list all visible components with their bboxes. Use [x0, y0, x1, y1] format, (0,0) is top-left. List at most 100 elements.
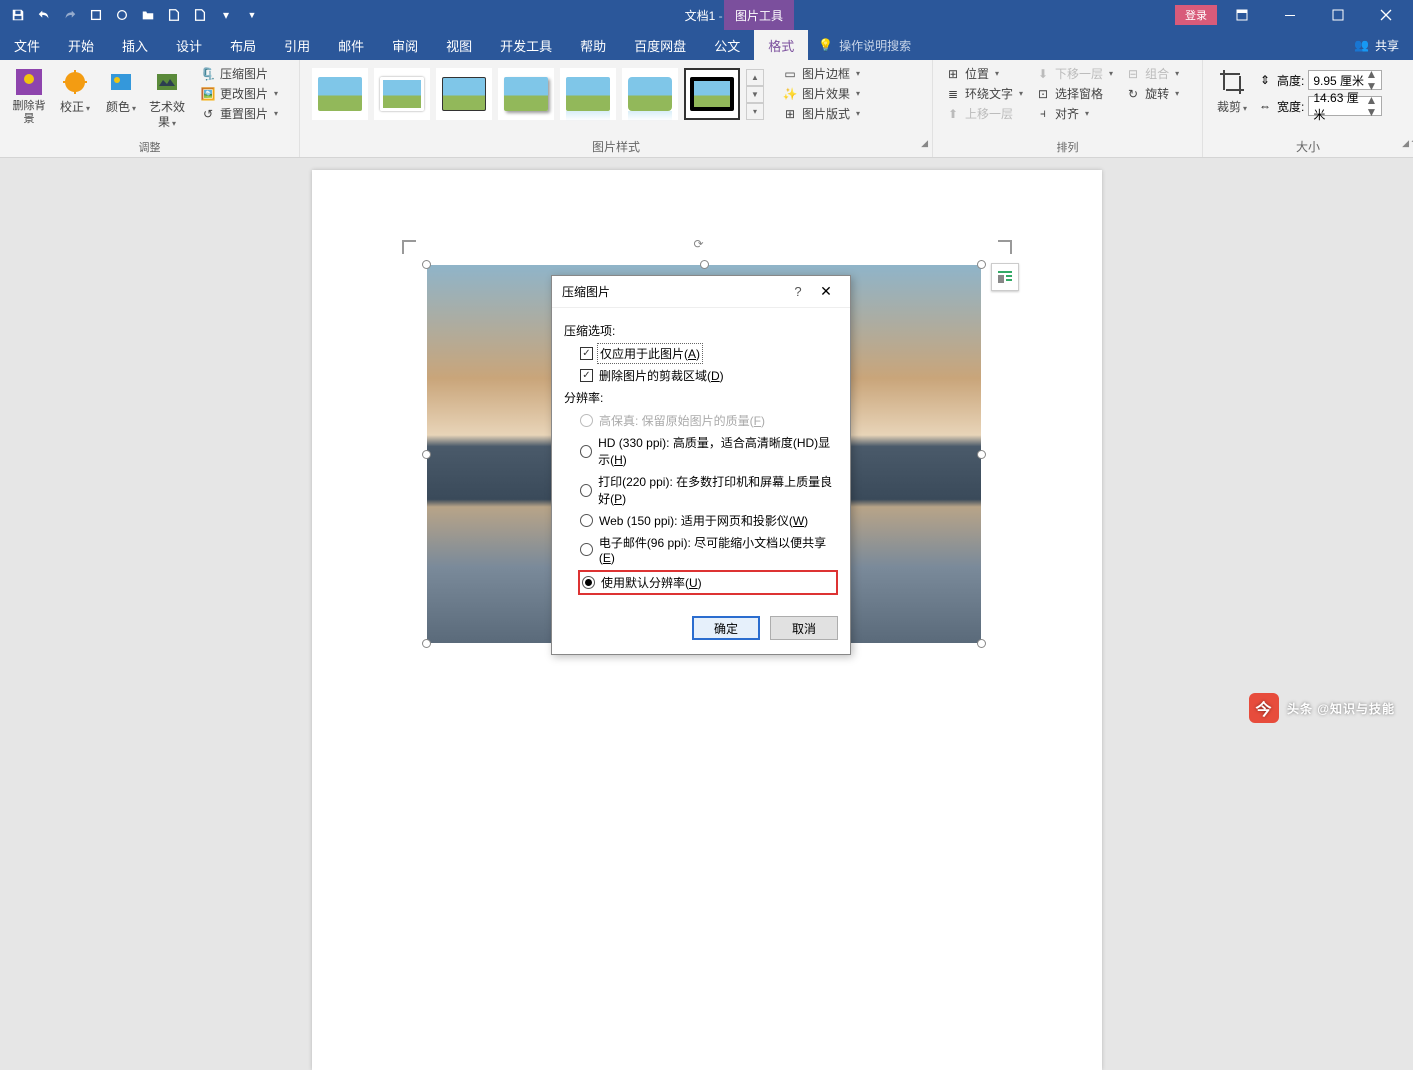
selection-pane-button[interactable]: ⊡选择窗格 [1031, 84, 1117, 103]
tab-references[interactable]: 引用 [270, 30, 324, 60]
qat-btn-4[interactable] [84, 3, 108, 27]
qat-btn-9[interactable]: ▾ [214, 3, 238, 27]
resize-handle[interactable] [700, 260, 709, 269]
tab-insert[interactable]: 插入 [108, 30, 162, 60]
resize-handle[interactable] [422, 260, 431, 269]
bring-forward-button[interactable]: ⬆上移一层 [941, 104, 1027, 123]
tab-developer[interactable]: 开发工具 [486, 30, 566, 60]
resize-handle[interactable] [977, 450, 986, 459]
contextual-tab-picture-tools: 图片工具 [724, 0, 794, 30]
radio-web[interactable]: Web (150 ppi): 适用于网页和投影仪(W) [580, 512, 838, 529]
resize-handle[interactable] [977, 639, 986, 648]
group-icon: ⊟ [1125, 66, 1141, 82]
crop-button[interactable]: 裁剪▾ [1211, 64, 1253, 117]
style-thumb-7[interactable] [684, 68, 740, 120]
styles-launcher-icon[interactable]: ◢ [921, 138, 928, 149]
cancel-button[interactable]: 取消 [770, 616, 838, 640]
group-button[interactable]: ⊟组合▾ [1121, 64, 1183, 83]
minimize-button[interactable] [1267, 1, 1313, 29]
rotate-button[interactable]: ↻旋转▾ [1121, 84, 1183, 103]
tab-mailings[interactable]: 邮件 [324, 30, 378, 60]
qat-btn-5[interactable] [110, 3, 134, 27]
tab-official[interactable]: 公文 [700, 30, 754, 60]
forward-icon: ⬆ [945, 106, 961, 122]
align-button[interactable]: ⫞对齐▾ [1031, 104, 1117, 123]
size-launcher-icon[interactable]: ◢ [1402, 138, 1409, 149]
resize-handle[interactable] [422, 450, 431, 459]
checkbox-icon: ✓ [580, 347, 593, 360]
radio-hd[interactable]: HD (330 ppi): 高质量，适合高清晰度(HD)显示(H) [580, 434, 838, 468]
tab-layout[interactable]: 布局 [216, 30, 270, 60]
style-thumb-2[interactable] [374, 68, 430, 120]
height-input[interactable]: 9.95 厘米▲▼ [1308, 70, 1382, 90]
artistic-effects-button[interactable]: 艺术效果▾ [146, 64, 188, 132]
share-button[interactable]: 👥 共享 [1354, 30, 1413, 60]
corrections-icon [59, 66, 91, 98]
group-label-adjust: 调整 [8, 137, 291, 155]
qat-btn-8[interactable] [188, 3, 212, 27]
remove-bg-icon [13, 66, 45, 98]
dialog-help-button[interactable]: ? [784, 284, 812, 299]
color-button[interactable]: 颜色▾ [100, 64, 142, 117]
picture-border-button[interactable]: ▭图片边框▾ [778, 64, 864, 83]
tab-baidu[interactable]: 百度网盘 [620, 30, 700, 60]
send-backward-button[interactable]: ⬇下移一层▾ [1031, 64, 1117, 83]
qat-customize-icon[interactable]: ▼ [240, 3, 264, 27]
login-button[interactable]: 登录 [1175, 5, 1217, 25]
qat-open-icon[interactable] [136, 3, 160, 27]
picture-layout-button[interactable]: ⊞图片版式▾ [778, 104, 864, 123]
rotate-handle-icon[interactable]: ⟳ [694, 237, 714, 257]
resize-handle[interactable] [977, 260, 986, 269]
tab-help[interactable]: 帮助 [566, 30, 620, 60]
layout-options-button[interactable] [991, 263, 1019, 291]
checkbox-delete-cropped[interactable]: ✓ 删除图片的剪裁区域(D) [580, 367, 838, 384]
style-thumb-3[interactable] [436, 68, 492, 120]
tell-me-search[interactable]: 💡 操作说明搜索 [818, 30, 911, 60]
ribbon-options-icon[interactable] [1219, 1, 1265, 29]
tab-home[interactable]: 开始 [54, 30, 108, 60]
wrap-text-button[interactable]: ≣环绕文字▾ [941, 84, 1027, 103]
resize-handle[interactable] [422, 639, 431, 648]
picture-styles-gallery[interactable]: ▲ ▼ ▾ [308, 64, 768, 124]
width-icon: ⇔ [1257, 98, 1273, 114]
qat-save-icon[interactable] [6, 3, 30, 27]
radio-icon [580, 414, 593, 427]
change-picture-button[interactable]: 🖼️更改图片▾ [196, 84, 282, 103]
crop-icon [1216, 66, 1248, 98]
qat-new-icon[interactable] [162, 3, 186, 27]
reset-picture-button[interactable]: ↺重置图片▾ [196, 104, 282, 123]
qat-redo-icon[interactable] [58, 3, 82, 27]
tab-format[interactable]: 格式 [754, 30, 808, 60]
tab-review[interactable]: 审阅 [378, 30, 432, 60]
close-button[interactable] [1363, 1, 1409, 29]
dialog-close-button[interactable]: ✕ [812, 283, 840, 300]
gallery-up-icon[interactable]: ▲ [746, 69, 764, 86]
section-resolution: 分辨率: [564, 389, 838, 406]
selection-icon: ⊡ [1035, 86, 1051, 102]
tab-design[interactable]: 设计 [162, 30, 216, 60]
width-input[interactable]: 14.63 厘米▲▼ [1308, 96, 1382, 116]
width-label: 宽度: [1277, 98, 1304, 115]
style-thumb-4[interactable] [498, 68, 554, 120]
position-button[interactable]: ⊞位置▾ [941, 64, 1027, 83]
tab-file[interactable]: 文件 [0, 30, 54, 60]
radio-icon [580, 543, 593, 556]
style-thumb-5[interactable] [560, 68, 616, 120]
compress-pictures-button[interactable]: 🗜️压缩图片 [196, 64, 282, 83]
gallery-more-icon[interactable]: ▾ [746, 103, 764, 120]
style-thumb-6[interactable] [622, 68, 678, 120]
checkbox-apply-only[interactable]: ✓ 仅应用于此图片(A) [580, 345, 838, 362]
style-thumb-1[interactable] [312, 68, 368, 120]
radio-email[interactable]: 电子邮件(96 ppi): 尽可能缩小文档以便共享(E) [580, 534, 838, 565]
ok-button[interactable]: 确定 [692, 616, 760, 640]
corrections-button[interactable]: 校正▾ [54, 64, 96, 117]
radio-default[interactable]: 使用默认分辨率(U) [578, 570, 838, 595]
radio-hifi: 高保真: 保留原始图片的质量(F) [580, 412, 838, 429]
maximize-button[interactable] [1315, 1, 1361, 29]
picture-effects-button[interactable]: ✨图片效果▾ [778, 84, 864, 103]
remove-background-button[interactable]: 删除背景 [8, 64, 50, 128]
qat-undo-icon[interactable] [32, 3, 56, 27]
radio-print[interactable]: 打印(220 ppi): 在多数打印机和屏幕上质量良好(P) [580, 473, 838, 507]
tab-view[interactable]: 视图 [432, 30, 486, 60]
gallery-down-icon[interactable]: ▼ [746, 86, 764, 103]
